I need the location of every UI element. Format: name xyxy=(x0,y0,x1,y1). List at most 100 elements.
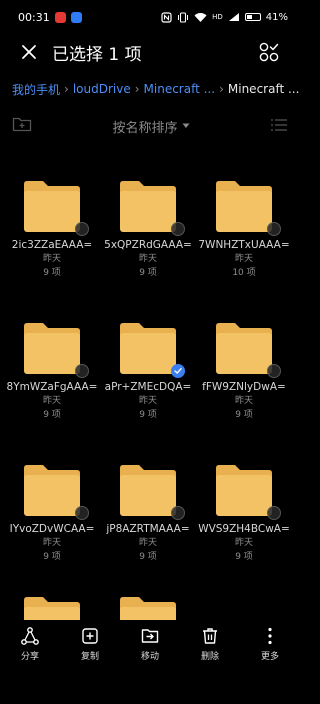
folder-item-count: 9 项 xyxy=(43,552,61,562)
folder-name: fFW9ZNlyDwA= xyxy=(202,381,286,393)
folder-thumbnail xyxy=(117,178,185,236)
folder-name: IYvoZDvWCAA= xyxy=(9,523,95,535)
checked-icon[interactable] xyxy=(171,364,185,378)
delete-label: 删除 xyxy=(200,652,219,662)
folder-item[interactable]: fFW9ZNlyDwA= 昨天 9 项 xyxy=(196,320,292,430)
folder-item[interactable]: WVS9ZH4BCwA= 昨天 9 项 xyxy=(196,462,292,572)
move-icon xyxy=(141,629,159,643)
share-label: 分享 xyxy=(20,652,39,662)
selection-checkbox[interactable] xyxy=(171,222,185,236)
folder-item[interactable]: 8YmWZaFgAAA= 昨天 9 项 xyxy=(4,320,100,430)
more-button[interactable]: 更多 xyxy=(242,620,298,662)
folder-date: 昨天 xyxy=(234,538,253,548)
folder-item[interactable]: jP8AZRTMAAA= 昨天 9 项 xyxy=(100,462,196,572)
status-bar: 00:31 HD 41% xyxy=(0,0,300,34)
folder-name: 5xQPZRdGAAA= xyxy=(104,239,192,251)
folder-date: 昨天 xyxy=(42,396,61,406)
folder-item[interactable]: 5xQPZRdGAAA= 昨天 9 项 xyxy=(100,178,196,288)
vibrate-icon xyxy=(178,11,189,23)
wifi-icon xyxy=(194,12,207,22)
copy-button[interactable]: 复制 xyxy=(62,620,118,662)
close-selection-button[interactable] xyxy=(16,39,42,65)
signal-icon xyxy=(228,13,239,21)
selection-header: 已选择 1 项 xyxy=(0,34,300,70)
selection-checkbox[interactable] xyxy=(75,506,89,520)
folder-icon xyxy=(120,323,176,374)
folder-item-count: 10 项 xyxy=(232,268,256,278)
breadcrumb-item-clouddrive[interactable]: loudDrive xyxy=(73,82,131,96)
folder-item-count: 9 项 xyxy=(43,410,61,420)
status-time: 00:31 xyxy=(18,10,50,24)
sort-button[interactable]: 按名称排序 xyxy=(112,117,189,136)
copy-icon xyxy=(82,628,98,644)
folder-item[interactable]: 2ic3ZZaEAAA= 昨天 9 项 xyxy=(4,178,100,288)
folder-thumbnail xyxy=(213,462,281,520)
breadcrumb: 我的手机 › loudDrive › Minecraft ... › Minec… xyxy=(0,78,300,100)
selection-checkbox[interactable] xyxy=(267,506,281,520)
folder-item[interactable]: aPr+ZMEcDQA= 昨天 9 项 xyxy=(100,320,196,430)
page-title: 已选择 1 项 xyxy=(52,44,142,65)
list-view-icon xyxy=(270,118,287,131)
folder-date: 昨天 xyxy=(42,538,61,548)
folder-name: WVS9ZH4BCwA= xyxy=(198,523,290,535)
sort-label: 按名称排序 xyxy=(112,120,178,136)
folder-date: 昨天 xyxy=(42,254,61,264)
selection-checkbox[interactable] xyxy=(267,364,281,378)
folder-name: jP8AZRTMAAA= xyxy=(106,523,190,535)
selection-checkbox[interactable] xyxy=(75,364,89,378)
delete-icon xyxy=(203,628,217,644)
folder-thumbnail xyxy=(117,462,185,520)
folder-item[interactable]: 7WNHZTxUAAA= 昨天 10 项 xyxy=(196,178,292,288)
battery-percent: 41% xyxy=(265,11,288,23)
new-folder-icon xyxy=(12,117,32,132)
view-mode-button[interactable] xyxy=(270,117,288,136)
copy-label: 复制 xyxy=(80,652,99,662)
folder-icon xyxy=(24,323,80,374)
checkmark-icon xyxy=(174,368,182,374)
folder-icon xyxy=(120,181,176,232)
breadcrumb-item-minecraft[interactable]: Minecraft ... xyxy=(144,82,216,96)
folder-name: 2ic3ZZaEAAA= xyxy=(11,239,93,251)
delete-button[interactable]: 删除 xyxy=(182,620,238,662)
close-icon xyxy=(22,45,36,59)
more-icon xyxy=(268,627,272,645)
selection-checkbox[interactable] xyxy=(75,222,89,236)
folder-item-count: 9 项 xyxy=(139,552,157,562)
folder-thumbnail xyxy=(21,462,89,520)
folder-date: 昨天 xyxy=(138,538,157,548)
folder-name: 8YmWZaFgAAA= xyxy=(6,381,98,393)
select-all-button[interactable] xyxy=(254,37,284,67)
nfc-icon xyxy=(161,11,172,23)
folder-icon xyxy=(120,465,176,516)
chevron-right-icon: › xyxy=(134,82,140,96)
more-label: 更多 xyxy=(260,652,279,662)
new-folder-button[interactable] xyxy=(12,116,32,136)
folder-item-count: 9 项 xyxy=(43,268,61,278)
chevron-right-icon: › xyxy=(64,82,69,96)
bottom-action-bar: 分享 复制 移动 删除 更多 xyxy=(0,620,300,666)
selection-checkbox[interactable] xyxy=(267,222,281,236)
folder-thumbnail xyxy=(117,320,185,378)
folder-date: 昨天 xyxy=(234,396,253,406)
selection-checkbox[interactable] xyxy=(171,506,185,520)
notification-app-icon xyxy=(54,11,66,23)
chevron-right-icon: › xyxy=(219,82,224,96)
battery-icon xyxy=(244,13,261,21)
signal-label: HD xyxy=(212,13,223,21)
folder-thumbnail xyxy=(21,320,89,378)
folder-icon xyxy=(24,465,80,516)
folder-item-count: 9 项 xyxy=(235,410,253,420)
breadcrumb-item-my-phone[interactable]: 我的手机 xyxy=(12,81,60,98)
folder-name: 7WNHZTxUAAA= xyxy=(198,239,290,251)
folder-icon xyxy=(216,323,272,374)
move-button[interactable]: 移动 xyxy=(122,620,178,662)
folder-item-count: 9 项 xyxy=(235,552,253,562)
select-all-icon xyxy=(259,42,279,62)
folder-item[interactable]: IYvoZDvWCAA= 昨天 9 项 xyxy=(4,462,100,572)
breadcrumb-item-current: Minecraft ... xyxy=(227,82,300,96)
caret-down-icon xyxy=(182,123,189,128)
toolbar: 按名称排序 xyxy=(0,114,300,138)
share-button[interactable]: 分享 xyxy=(2,620,58,662)
folder-thumbnail xyxy=(213,178,281,236)
folder-icon xyxy=(216,465,272,516)
